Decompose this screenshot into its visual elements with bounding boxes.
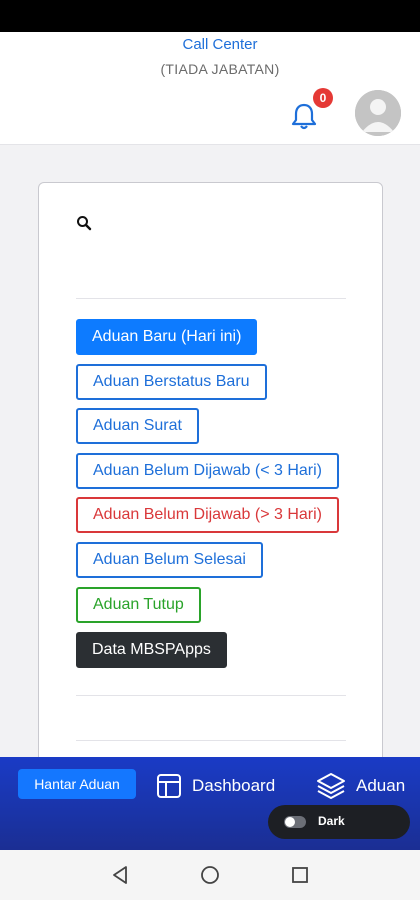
aduan-berstatus-baru-button[interactable]: Aduan Berstatus Baru (76, 364, 267, 400)
system-navigation-bar (0, 850, 420, 900)
aduan-surat-button[interactable]: Aduan Surat (76, 408, 199, 444)
divider (76, 298, 346, 299)
dark-mode-toggle-container[interactable]: Dark (268, 805, 410, 839)
dashboard-icon (157, 774, 181, 798)
dark-mode-label: Dark (318, 814, 345, 828)
aduan-belum-selesai-button[interactable]: Aduan Belum Selesai (76, 542, 263, 578)
home-circle-icon[interactable] (200, 865, 220, 885)
nav-dashboard-label: Dashboard (192, 776, 276, 795)
app-header: Call Center (TIADA JABATAN) 0 (0, 32, 420, 145)
nav-dashboard[interactable]: Dashboard (156, 769, 275, 803)
complaint-menu-card: Aduan Baru (Hari ini) Aduan Berstatus Ba… (38, 182, 383, 782)
page-title: Call Center (182, 36, 258, 53)
dark-mode-toggle[interactable] (284, 816, 306, 828)
aduan-tutup-button[interactable]: Aduan Tutup (76, 587, 201, 623)
toggle-knob (285, 817, 295, 827)
data-mbspapps-button[interactable]: Data MBSPApps (76, 632, 227, 668)
aduan-belum-dijawab-kurang-3-button[interactable]: Aduan Belum Dijawab (< 3 Hari) (76, 453, 339, 489)
search-icon[interactable] (76, 215, 92, 231)
recents-square-icon[interactable] (290, 865, 310, 885)
user-avatar-icon[interactable] (355, 90, 401, 136)
back-triangle-icon[interactable] (110, 865, 130, 885)
nav-aduan[interactable]: Aduan (316, 769, 405, 803)
nav-aduan-label: Aduan (356, 776, 406, 795)
notification-badge: 0 (313, 88, 333, 108)
status-bar (0, 0, 420, 32)
aduan-belum-dijawab-lebih-3-button[interactable]: Aduan Belum Dijawab (> 3 Hari) (76, 497, 339, 533)
layers-icon (317, 773, 345, 799)
aduan-baru-hari-ini-button[interactable]: Aduan Baru (Hari ini) (76, 319, 258, 355)
hantar-aduan-button[interactable]: Hantar Aduan (18, 769, 136, 799)
divider (76, 740, 346, 741)
divider (76, 695, 346, 696)
bottom-navigation: Hantar Aduan Dashboard Aduan Dark (0, 757, 420, 850)
department-subtitle: (TIADA JABATAN) (160, 61, 280, 77)
